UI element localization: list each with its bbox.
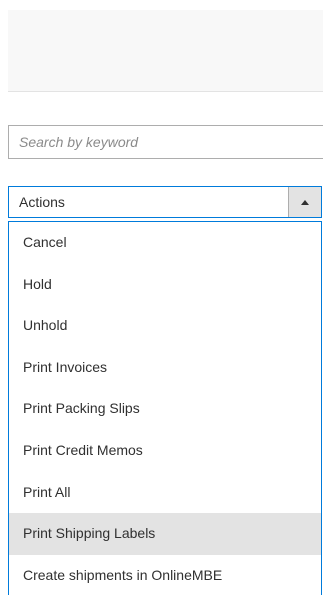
actions-label: Actions — [19, 194, 65, 210]
menu-item-print-credit-memos[interactable]: Print Credit Memos — [9, 430, 321, 472]
search-input[interactable] — [9, 126, 323, 158]
filters-panel — [8, 10, 323, 92]
menu-item-create-shipments-onlinembe[interactable]: Create shipments in OnlineMBE — [9, 555, 321, 595]
actions-toggle-button[interactable] — [288, 187, 321, 217]
menu-item-cancel[interactable]: Cancel — [9, 222, 321, 264]
menu-item-print-invoices[interactable]: Print Invoices — [9, 347, 321, 389]
actions-dropdown[interactable]: Actions — [8, 186, 322, 218]
menu-item-print-all[interactable]: Print All — [9, 472, 321, 514]
actions-menu: Cancel Hold Unhold Print Invoices Print … — [8, 221, 322, 595]
menu-item-print-packing-slips[interactable]: Print Packing Slips — [9, 388, 321, 430]
menu-item-print-shipping-labels[interactable]: Print Shipping Labels — [9, 513, 321, 555]
caret-up-icon — [301, 199, 309, 205]
menu-item-unhold[interactable]: Unhold — [9, 305, 321, 347]
menu-item-hold[interactable]: Hold — [9, 264, 321, 306]
search-box[interactable] — [8, 125, 323, 159]
